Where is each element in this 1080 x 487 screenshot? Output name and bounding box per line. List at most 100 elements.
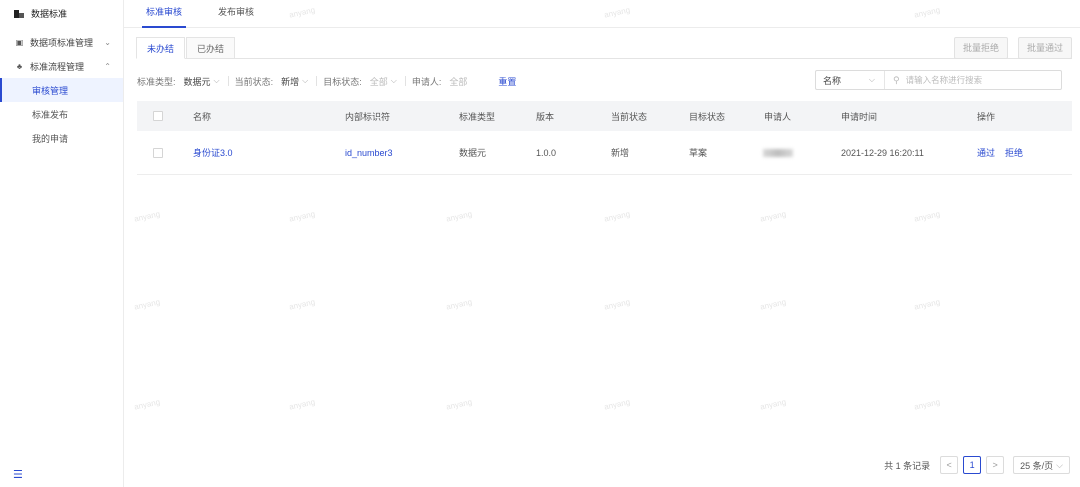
menu-group-data-item-standard[interactable]: ▣ 数据项标准管理 ⌄ bbox=[0, 30, 123, 54]
row-identifier-link[interactable]: id_number3 bbox=[345, 148, 393, 158]
watermark-text: anyang bbox=[759, 209, 787, 224]
filter-divider bbox=[227, 76, 229, 86]
sub-tab-row: 未办结 已办结 批量拒绝 批量通过 bbox=[136, 37, 1072, 59]
filter-label: 当前状态: bbox=[234, 76, 274, 87]
search-field-value: 名称 bbox=[823, 75, 842, 86]
sidebar-item-my-applications[interactable]: 我的申请 bbox=[0, 126, 123, 150]
column-header-type: 标准类型 bbox=[459, 111, 496, 122]
filter-value: 全部 bbox=[449, 76, 468, 87]
watermark-text: anyang bbox=[133, 397, 161, 412]
watermark-text: anyang bbox=[603, 209, 631, 224]
watermark-text: anyang bbox=[288, 397, 316, 412]
chevron-down-icon: ⌵ bbox=[1056, 459, 1063, 470]
page-size-select[interactable]: 25 条/页 ⌵ bbox=[1013, 456, 1070, 474]
brand: 数据标准 bbox=[0, 0, 123, 27]
column-header-name: 名称 bbox=[193, 111, 212, 122]
main-content: 标准审核 发布审核 未办结 已办结 批量拒绝 批量通过 标准类型: 数据元 ⌵ … bbox=[124, 0, 1080, 487]
chevron-down-icon: ⌵ bbox=[213, 76, 220, 85]
filter-label: 申请人: bbox=[411, 76, 442, 87]
filter-applicant[interactable]: 申请人: 全部 bbox=[412, 75, 468, 88]
next-page-button[interactable]: > bbox=[986, 456, 1005, 474]
menu-group-standard-flow[interactable]: ♣ 标准流程管理 ⌃ bbox=[0, 54, 123, 78]
row-time: 2021-12-29 16:20:11 bbox=[841, 147, 924, 158]
reset-button[interactable]: 重置 bbox=[498, 75, 516, 88]
watermark-text: anyang bbox=[133, 209, 161, 224]
tab-completed[interactable]: 已办结 bbox=[186, 37, 236, 59]
watermark-text: anyang bbox=[759, 297, 787, 312]
filter-value: 新增 bbox=[281, 76, 300, 87]
watermark-text: anyang bbox=[913, 209, 941, 224]
brand-logo-icon bbox=[14, 9, 24, 19]
column-header-time: 申请时间 bbox=[841, 111, 878, 122]
top-tabs: 标准审核 发布审核 bbox=[124, 0, 1080, 28]
watermark-text: anyang bbox=[445, 297, 473, 312]
sidebar-item-label: 审核管理 bbox=[32, 85, 69, 96]
filter-current-status[interactable]: 当前状态: 新增 ⌵ bbox=[235, 75, 309, 88]
brand-title: 数据标准 bbox=[31, 9, 68, 19]
sidebar-item-review-management[interactable]: 审核管理 bbox=[0, 78, 123, 102]
filter-value: 全部 bbox=[369, 76, 388, 87]
sidebar-item-label: 我的申请 bbox=[32, 133, 69, 144]
row-checkbox[interactable] bbox=[153, 147, 163, 158]
watermark-text: anyang bbox=[913, 397, 941, 412]
search-field-select[interactable]: 名称 ⌵ bbox=[816, 71, 885, 89]
chevron-down-icon: ⌄ bbox=[104, 37, 111, 47]
search-icon: ⚲ bbox=[893, 74, 900, 85]
page-number-button[interactable]: 1 bbox=[963, 456, 982, 474]
column-header-current-status: 当前状态 bbox=[611, 111, 648, 122]
page-size-value: 25 条/页 bbox=[1020, 460, 1054, 471]
column-header-target-status: 目标状态 bbox=[689, 111, 726, 122]
batch-approve-button[interactable]: 批量通过 bbox=[1017, 37, 1072, 59]
menu-group-label: 数据项标准管理 bbox=[30, 37, 94, 48]
filter-target-status[interactable]: 目标状态: 全部 ⌵ bbox=[323, 75, 397, 88]
flow-icon: ♣ bbox=[16, 61, 23, 71]
pagination-total: 共 1 条记录 bbox=[884, 460, 931, 471]
pagination: 共 1 条记录 < 1 > 25 条/页 ⌵ bbox=[884, 455, 1070, 475]
filter-label: 标准类型: bbox=[137, 76, 176, 87]
row-version: 1.0.0 bbox=[536, 147, 557, 158]
sidebar: 数据标准 ▣ 数据项标准管理 ⌄ ♣ 标准流程管理 ⌃ 审核管理 标准发布 我的… bbox=[0, 0, 124, 487]
watermark-text: anyang bbox=[288, 209, 316, 224]
row-applicant-redacted bbox=[763, 148, 793, 157]
filter-divider bbox=[404, 76, 406, 86]
column-header-actions: 操作 bbox=[977, 111, 996, 122]
watermark-text: anyang bbox=[913, 297, 941, 312]
collapse-sidebar-icon[interactable]: ☰ bbox=[13, 468, 23, 481]
search-box: 名称 ⌵ ⚲ bbox=[815, 70, 1062, 90]
column-header-identifier: 内部标识符 bbox=[345, 111, 391, 122]
menu-group-label: 标准流程管理 bbox=[30, 61, 85, 72]
column-header-applicant: 申请人 bbox=[764, 111, 792, 122]
row-type: 数据元 bbox=[459, 148, 487, 158]
chevron-up-icon: ⌃ bbox=[104, 61, 111, 71]
watermark-text: anyang bbox=[603, 397, 631, 412]
column-header-version: 版本 bbox=[536, 111, 555, 122]
watermark-text: anyang bbox=[759, 397, 787, 412]
watermark-text: anyang bbox=[133, 297, 161, 312]
sidebar-item-standard-publish[interactable]: 标准发布 bbox=[0, 102, 123, 126]
row-name-link[interactable]: 身份证3.0 bbox=[193, 146, 233, 159]
filter-standard-type[interactable]: 标准类型: 数据元 ⌵ bbox=[137, 75, 220, 88]
filter-divider bbox=[316, 76, 318, 86]
approve-button[interactable]: 通过 bbox=[977, 148, 995, 158]
prev-page-button[interactable]: < bbox=[940, 456, 959, 474]
app-root: 数据标准 ▣ 数据项标准管理 ⌄ ♣ 标准流程管理 ⌃ 审核管理 标准发布 我的… bbox=[0, 0, 1080, 487]
review-table: 名称 内部标识符 标准类型 版本 当前状态 目标状态 申请人 申请时间 操作 身… bbox=[137, 101, 1072, 175]
filter-value: 数据元 bbox=[183, 76, 211, 87]
row-target-status: 草案 bbox=[689, 148, 708, 158]
tab-publish-review[interactable]: 发布审核 bbox=[218, 5, 254, 27]
sidebar-item-label: 标准发布 bbox=[32, 109, 69, 120]
row-current-status: 新增 bbox=[611, 148, 630, 158]
database-icon: ▣ bbox=[15, 37, 24, 47]
watermark-text: anyang bbox=[445, 397, 473, 412]
reject-button[interactable]: 拒绝 bbox=[1005, 148, 1023, 158]
tab-pending[interactable]: 未办结 bbox=[136, 37, 186, 59]
watermark-text: anyang bbox=[603, 297, 631, 312]
watermark-text: anyang bbox=[445, 209, 473, 224]
batch-reject-button[interactable]: 批量拒绝 bbox=[953, 37, 1008, 59]
table-header: 名称 内部标识符 标准类型 版本 当前状态 目标状态 申请人 申请时间 操作 bbox=[137, 101, 1072, 131]
select-all-checkbox[interactable] bbox=[153, 111, 163, 121]
filter-bar: 标准类型: 数据元 ⌵ 当前状态: 新增 ⌵ 目标状态: 全部 ⌵ 申请人: 全… bbox=[137, 70, 1072, 92]
search-input[interactable] bbox=[899, 71, 1061, 89]
chevron-down-icon: ⌵ bbox=[390, 76, 397, 85]
tab-standard-review[interactable]: 标准审核 bbox=[141, 5, 187, 28]
